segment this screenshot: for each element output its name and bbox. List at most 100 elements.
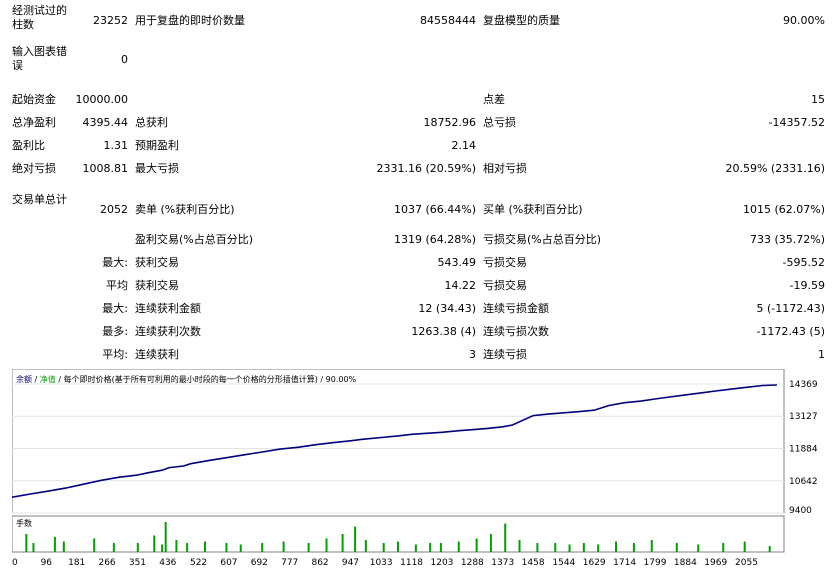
avg-consec-label: 平均: [102,348,128,361]
volume-bar-15 [261,543,264,552]
volume-bar-10 [175,540,178,552]
maximal-consec-profit-label: 连续获利次数 [135,325,201,338]
largest-loss-value: -595.52 [782,256,825,269]
y-tick-label-1: 13127 [789,412,818,422]
max-consec-wins-label: 连续获利金额 [135,302,201,315]
x-tick-label-1: 96 [41,558,53,568]
ticks-value: 84558444 [420,14,476,27]
total-trades-value: 2052 [100,203,128,216]
legend-caption: 每个即时价格(基于所有可利用的最小时段的每一个价格的分形插值计算) [64,374,318,384]
x-tick-label-21: 1799 [644,558,667,568]
maximal-consec-loss-label: 连续亏损次数 [483,325,549,338]
maximal-consec-loss-value: -1172.43 (5) [756,325,825,338]
short-trades-label: 卖单 (%获利百分比) [135,203,235,216]
expected-payoff-value: 2.14 [451,139,477,152]
spread-label: 点差 [483,93,505,106]
volume-bar-42 [722,543,725,552]
long-trades-value: 1015 (62.07%) [742,203,825,216]
maximal-consec-profit-value: 1263.38 (4) [411,325,476,338]
volume-bar-26 [439,543,442,552]
y-tick-label-4: 9400 [789,506,812,516]
loss-trades-label: 亏损交易(%占总百分比) [483,233,602,246]
y-tick-label-3: 10642 [789,477,818,487]
x-tick-label-3: 266 [98,558,115,568]
x-tick-label-16: 1373 [491,558,514,568]
volume-bar-22 [382,543,385,552]
volume-bar-19 [341,534,344,552]
main-plot-frame [12,369,785,514]
bars-tested-value: 23252 [93,14,128,27]
legend-equity: 净值 [40,374,56,384]
x-tick-label-9: 777 [281,558,298,568]
volume-bar-12 [204,541,206,552]
y-tick-label-2: 11884 [789,445,818,455]
gross-loss-label: 总亏损 [483,116,516,129]
profit-trades-label: 盈利交易(%占总百分比) [135,233,254,246]
max-drawdown-value: 2331.16 (20.59%) [376,162,476,175]
volume-bar-36 [597,544,600,552]
x-tick-label-24: 2055 [735,558,758,568]
volume-bar-17 [307,543,310,552]
volume-bar-33 [554,543,557,552]
largest-label: 最大: [102,256,128,269]
volume-bar-29 [489,534,492,552]
max-consec-wins-value: 12 (34.43) [418,302,476,315]
x-tick-label-22: 1884 [674,558,697,568]
volume-bar-24 [414,544,417,552]
x-tick-label-2: 181 [68,558,85,568]
volume-bar-11 [186,543,189,552]
x-tick-label-20: 1714 [613,558,636,568]
profit-factor-label: 盈利比 [12,139,45,152]
avg-consec-losses-label: 连续亏损 [483,348,527,361]
model-quality-value: 90.00% [783,14,825,27]
x-tick-label-23: 1969 [704,558,727,568]
volume-bar-0 [25,534,28,552]
gross-profit-label: 总获利 [135,116,168,129]
x-tick-label-17: 1458 [522,558,545,568]
x-axis-ticks: 0 96 181 266 351 436 522 607 692 777 862 947 1033 111… [12,558,758,568]
volume-label: 手数 [16,518,32,528]
average-profit-value: 14.22 [444,279,477,292]
legend-balance: 余额 [16,374,32,384]
volume-bar-25 [429,543,432,552]
avg-consec-wins-value: 3 [469,348,476,361]
average-profit-label: 获利交易 [135,279,179,292]
volume-bar-35 [582,543,585,552]
x-tick-label-10: 862 [311,558,328,568]
volume-bar-37 [615,541,618,552]
x-tick-label-13: 1118 [400,558,423,568]
net-profit-label: 总净盈利 [12,116,56,129]
volume-bar-32 [536,543,539,552]
x-tick-label-19: 1629 [583,558,606,568]
x-tick-label-0: 0 [12,558,18,568]
x-tick-label-4: 351 [129,558,146,568]
x-tick-label-18: 1544 [552,558,575,568]
gross-profit-value: 18752.96 [423,116,477,129]
volume-bar-4 [93,538,96,552]
volume-bar-14 [239,544,242,552]
y-tick-label-0: 14369 [789,380,818,390]
volume-bar-28 [475,538,478,552]
x-tick-label-8: 692 [251,558,268,568]
x-tick-label-12: 1033 [370,558,393,568]
volume-bar-16 [282,541,285,552]
spread-value: 15 [811,93,825,106]
model-quality-label: 复盘模型的质量 [483,14,560,27]
ticks-label: 用于复盘的即时价数量 [135,14,245,27]
volume-bar-40 [675,543,678,552]
maximum-label: 最大: [102,302,128,315]
avg-consec-losses-value: 1 [818,348,825,361]
rel-drawdown-label: 相对亏损 [483,162,527,175]
average-label: 平均 [106,279,128,292]
volume-bar-43 [743,541,746,552]
x-tick-label-15: 1288 [461,558,484,568]
y-axis-ticks: 14369 13127 11884 10642 9400 [789,380,818,516]
largest-loss-label: 亏损交易 [483,256,527,269]
mismatched-errors-value: 0 [121,53,128,66]
average-loss-label: 亏损交易 [483,279,527,292]
volume-bar-6 [136,543,139,552]
max-drawdown-label: 最大亏损 [135,162,179,175]
expected-payoff-label: 预期盈利 [135,139,179,152]
volume-bar-21 [364,540,367,552]
volume-bar-30 [504,523,507,552]
